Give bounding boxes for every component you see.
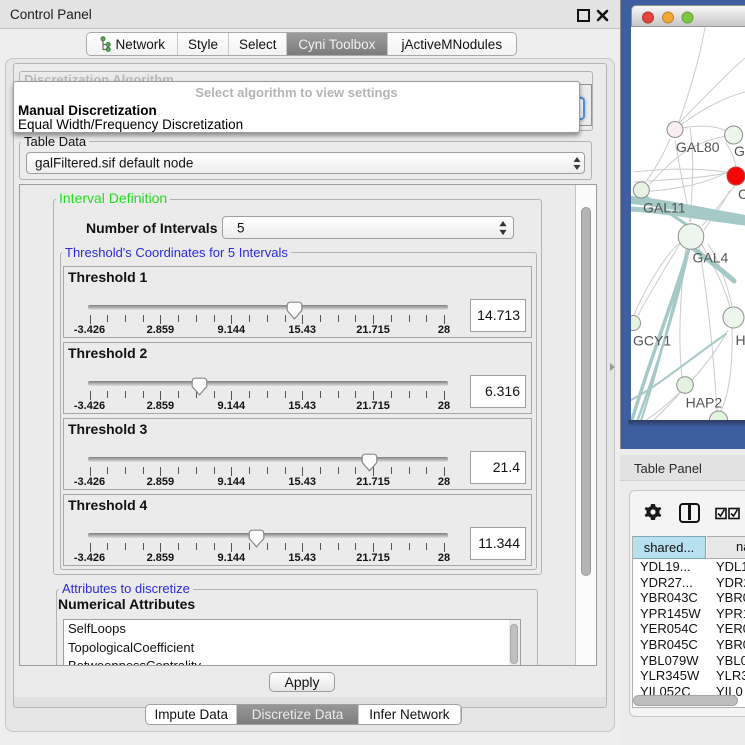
svg-text:HAP2: HAP2 — [686, 395, 723, 411]
svg-text:HI: HI — [736, 332, 745, 348]
svg-text:C: C — [738, 186, 745, 202]
svg-text:GAL80: GAL80 — [676, 139, 720, 155]
svg-text:GAL4: GAL4 — [693, 250, 729, 266]
svg-text:GCY1: GCY1 — [633, 333, 671, 349]
svg-text:GAL11: GAL11 — [643, 200, 686, 216]
svg-text:GAL3: GAL3 — [734, 143, 745, 159]
